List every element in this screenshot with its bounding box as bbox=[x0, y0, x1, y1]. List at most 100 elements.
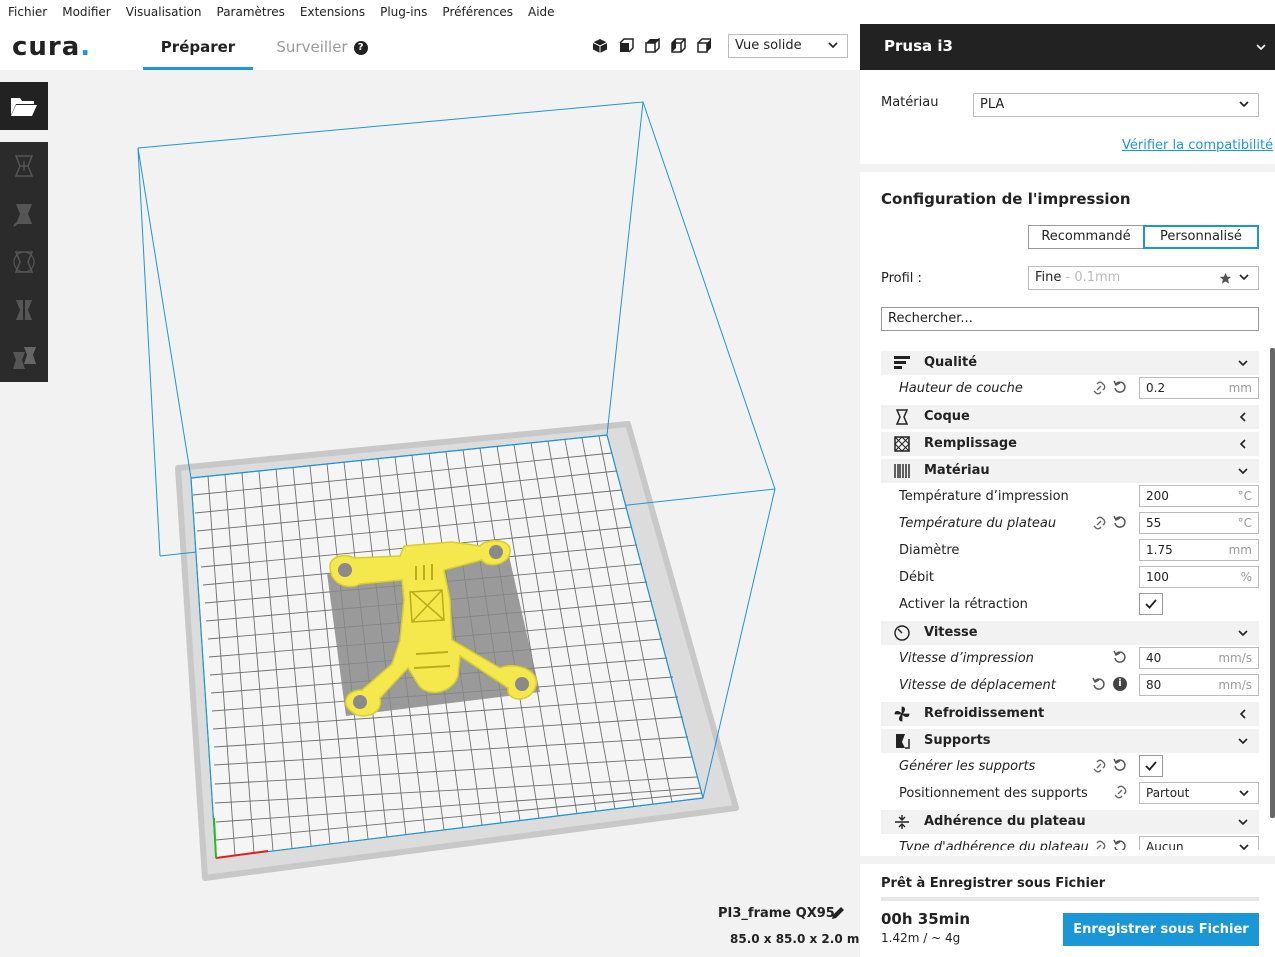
reset-icon[interactable] bbox=[1113, 380, 1127, 394]
pencil-icon[interactable] bbox=[830, 905, 846, 921]
link-icon[interactable] bbox=[1092, 381, 1106, 395]
translate-tool[interactable] bbox=[0, 142, 48, 190]
menu-fichier[interactable]: Fichier bbox=[8, 5, 47, 19]
diameter-input[interactable]: 1.75 mm bbox=[1139, 539, 1259, 561]
check-compatibility-link[interactable]: Vérifier la compatibilité bbox=[1122, 138, 1273, 153]
printer-selector[interactable]: Prusa i3 bbox=[860, 24, 1275, 70]
category-infill[interactable]: Remplissage bbox=[881, 432, 1259, 456]
slice-progress-bar bbox=[881, 897, 1259, 901]
chevron-down-icon bbox=[1239, 844, 1249, 850]
tab-surveiller[interactable]: Surveiller? bbox=[262, 24, 382, 70]
view-front-icon[interactable] bbox=[618, 38, 634, 54]
tab-preparer[interactable]: Préparer bbox=[143, 24, 253, 70]
view-top-icon[interactable] bbox=[644, 38, 660, 54]
reset-icon[interactable] bbox=[1113, 650, 1127, 664]
view-right-icon[interactable] bbox=[696, 38, 712, 54]
chevron-left-icon bbox=[1239, 412, 1246, 422]
menu-parametres[interactable]: Paramètres bbox=[217, 5, 285, 19]
3d-viewport[interactable] bbox=[0, 70, 860, 957]
star-icon bbox=[1219, 272, 1232, 284]
material-usage: 1.42m / ~ 4g bbox=[881, 931, 961, 945]
mode-custom-button[interactable]: Personnalisé bbox=[1143, 225, 1259, 249]
link-icon[interactable] bbox=[1092, 516, 1106, 530]
settings-scrollbar[interactable] bbox=[1270, 348, 1275, 818]
link-icon[interactable] bbox=[1092, 840, 1106, 850]
generate-supports-checkbox[interactable] bbox=[1139, 755, 1163, 777]
material-icon bbox=[894, 464, 910, 478]
open-file-button[interactable] bbox=[0, 82, 48, 130]
menu-extensions[interactable]: Extensions bbox=[300, 5, 365, 19]
per-model-settings-icon bbox=[13, 347, 36, 369]
category-supports[interactable]: Supports bbox=[881, 729, 1259, 753]
mirror-tool[interactable] bbox=[0, 286, 48, 334]
menu-preferences[interactable]: Préférences bbox=[442, 5, 513, 19]
save-to-file-button[interactable]: Enregistrer sous Fichier bbox=[1063, 913, 1259, 946]
chevron-down-icon bbox=[1238, 630, 1248, 637]
menu-visualisation[interactable]: Visualisation bbox=[126, 5, 202, 19]
scale-tool[interactable] bbox=[0, 190, 48, 238]
setting-support-placement: Positionnement des supports Partout bbox=[881, 780, 1259, 807]
setting-travel-speed: Vitesse de déplacement i 80 mm/s bbox=[881, 672, 1259, 699]
support-placement-select[interactable]: Partout bbox=[1139, 782, 1259, 804]
print-temperature-input[interactable]: 200 °C bbox=[1139, 485, 1259, 507]
rotate-tool[interactable] bbox=[0, 238, 48, 286]
chevron-down-icon bbox=[828, 42, 838, 49]
layer-height-input[interactable]: 0.2 mm bbox=[1139, 377, 1259, 399]
model-dimensions: 85.0 x 85.0 x 2.0 mm bbox=[730, 932, 872, 946]
category-material[interactable]: Matériau bbox=[881, 459, 1259, 483]
travel-speed-input[interactable]: 80 mm/s bbox=[1139, 674, 1259, 696]
view-orientation-buttons bbox=[592, 38, 712, 54]
chevron-down-icon bbox=[1256, 44, 1266, 51]
flow-input[interactable]: 100% bbox=[1139, 566, 1259, 588]
setting-generate-supports: Générer les supports bbox=[881, 753, 1259, 780]
view-mode-select[interactable]: Vue solide bbox=[728, 34, 848, 58]
rotate-icon bbox=[13, 251, 35, 273]
view-left-icon[interactable] bbox=[670, 38, 686, 54]
menu-aide[interactable]: Aide bbox=[528, 5, 555, 19]
category-shell[interactable]: Coque bbox=[881, 405, 1259, 429]
info-icon[interactable]: i bbox=[1113, 677, 1127, 691]
setting-print-temperature: Température d’impression 200 °C bbox=[881, 483, 1259, 510]
setting-retraction: Activer la rétraction bbox=[881, 591, 1259, 618]
chevron-down-icon bbox=[1238, 738, 1248, 745]
build-volume-scene bbox=[137, 101, 776, 881]
reset-icon[interactable] bbox=[1113, 515, 1127, 529]
setting-adhesion-type: Type d'adhérence du plateau Aucun bbox=[881, 834, 1259, 850]
chevron-left-icon bbox=[1239, 709, 1246, 719]
quality-icon bbox=[894, 356, 910, 369]
help-icon[interactable]: ? bbox=[353, 40, 368, 55]
retraction-checkbox[interactable] bbox=[1139, 593, 1163, 615]
profile-select[interactable]: Fine - 0.1mm bbox=[1028, 266, 1259, 290]
category-quality[interactable]: Qualité bbox=[881, 351, 1259, 375]
profile-label: Profil : bbox=[881, 271, 922, 286]
per-model-settings-tool[interactable] bbox=[0, 334, 48, 382]
category-speed[interactable]: Vitesse bbox=[881, 621, 1259, 645]
material-select[interactable]: PLA bbox=[973, 93, 1259, 117]
adhesion-type-select[interactable]: Aucun bbox=[1139, 836, 1259, 850]
mode-recommended-button[interactable]: Recommandé bbox=[1028, 225, 1144, 249]
cura-logo: cura. bbox=[12, 32, 92, 62]
menu-plugins[interactable]: Plug-ins bbox=[380, 5, 427, 19]
material-label: Matériau bbox=[881, 95, 939, 110]
view-3d-icon[interactable] bbox=[592, 38, 608, 54]
chevron-down-icon bbox=[1239, 790, 1249, 797]
link-icon[interactable] bbox=[1113, 785, 1127, 799]
settings-search-input[interactable]: Rechercher... bbox=[881, 307, 1259, 331]
print-setup-title: Configuration de l'impression bbox=[881, 190, 1131, 208]
setting-flow: Débit 100% bbox=[881, 564, 1259, 591]
link-icon[interactable] bbox=[1092, 759, 1106, 773]
setting-diameter: Diamètre 1.75 mm bbox=[881, 537, 1259, 564]
shell-icon bbox=[895, 409, 909, 425]
reset-icon[interactable] bbox=[1113, 758, 1127, 772]
reset-icon[interactable] bbox=[1092, 677, 1106, 691]
left-toolbar bbox=[0, 82, 48, 382]
category-adhesion[interactable]: Adhérence du plateau bbox=[881, 810, 1259, 834]
adhesion-icon bbox=[895, 815, 909, 829]
supports-icon bbox=[896, 734, 910, 749]
bed-temperature-input[interactable]: 55 °C bbox=[1139, 512, 1259, 534]
print-speed-input[interactable]: 40 mm/s bbox=[1139, 647, 1259, 669]
menu-modifier[interactable]: Modifier bbox=[62, 5, 111, 19]
chevron-down-icon bbox=[1238, 819, 1248, 826]
reset-icon[interactable] bbox=[1113, 839, 1127, 850]
category-cooling[interactable]: Refroidissement bbox=[881, 702, 1259, 726]
